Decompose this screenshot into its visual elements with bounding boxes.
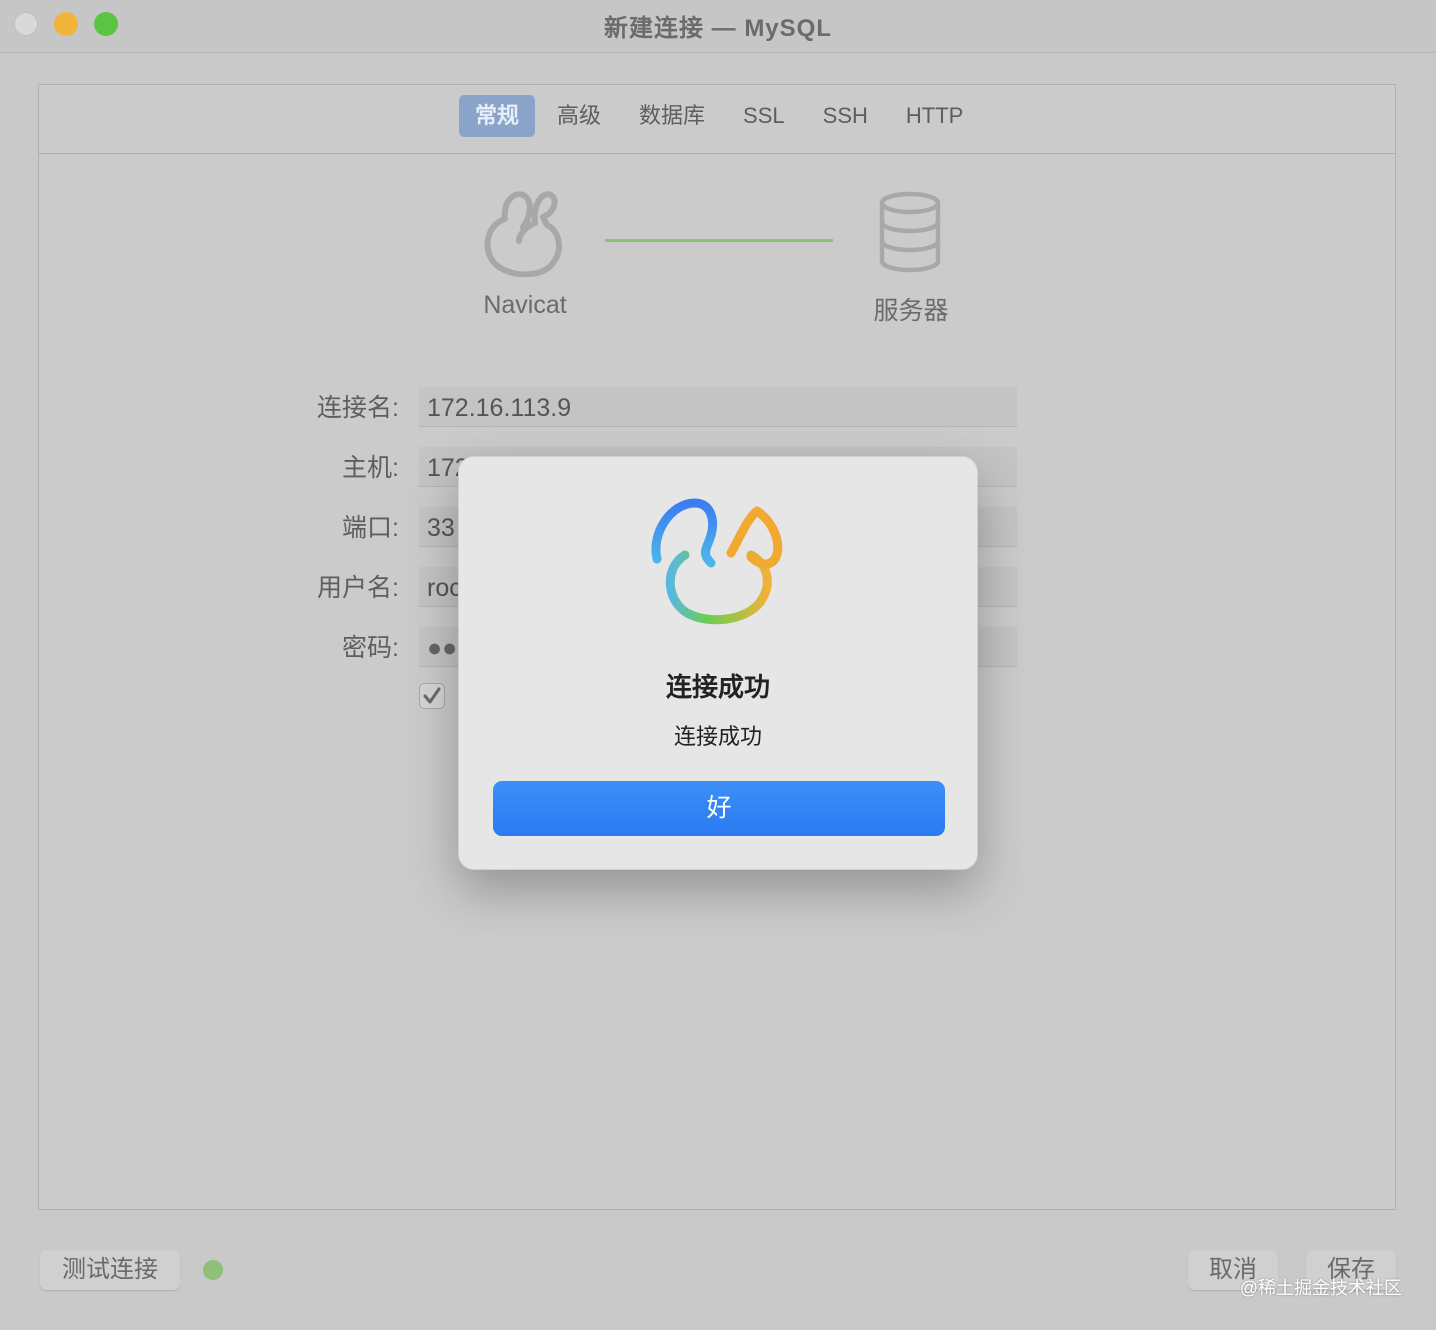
connection-graphic: Navicat 服务器 [39,185,1395,335]
tab-http[interactable]: HTTP [890,95,979,137]
ok-button[interactable]: 好 [493,781,945,836]
tab-general[interactable]: 常规 [459,95,536,137]
watermark: @稀土掘金技术社区 [1239,1278,1402,1298]
tab-databases[interactable]: 数据库 [623,95,721,137]
dialog-message: 连接成功 [673,724,762,749]
navicat-logo-icon [651,498,783,625]
test-connection-button[interactable]: 测试连接 [40,1250,180,1290]
connection-status-indicator [203,1260,223,1280]
tab-bar: 常规 高级 数据库 SSL SSH HTTP [39,85,1395,154]
username-label: 用户名: [317,574,399,602]
navicat-logo-icon [484,191,563,277]
tab-advanced[interactable]: 高级 [541,95,617,137]
host-label: 主机: [342,454,399,482]
tab-ssl[interactable]: SSL [727,95,801,137]
save-password-checkbox[interactable] [419,683,445,709]
checkmark-icon [423,687,441,704]
connection-link-line [605,239,833,242]
title-bar: 新建连接 — MySQL [0,0,1436,53]
connection-name-input[interactable]: 172.16.113.9 [419,387,1017,427]
connection-success-dialog: 连接成功 连接成功 好 [458,456,978,870]
dialog-title: 连接成功 [665,672,770,702]
connection-name-row: 连接名: 172.16.113.9 [39,387,1395,429]
database-icon [879,191,941,273]
server-label: 服务器 [873,297,949,325]
port-label: 端口: [342,514,399,542]
password-label: 密码: [342,634,399,662]
navicat-label: Navicat [483,291,567,319]
window-title: 新建连接 — MySQL [603,15,832,42]
connection-name-label: 连接名: [317,394,399,422]
tab-ssh[interactable]: SSH [807,95,884,137]
